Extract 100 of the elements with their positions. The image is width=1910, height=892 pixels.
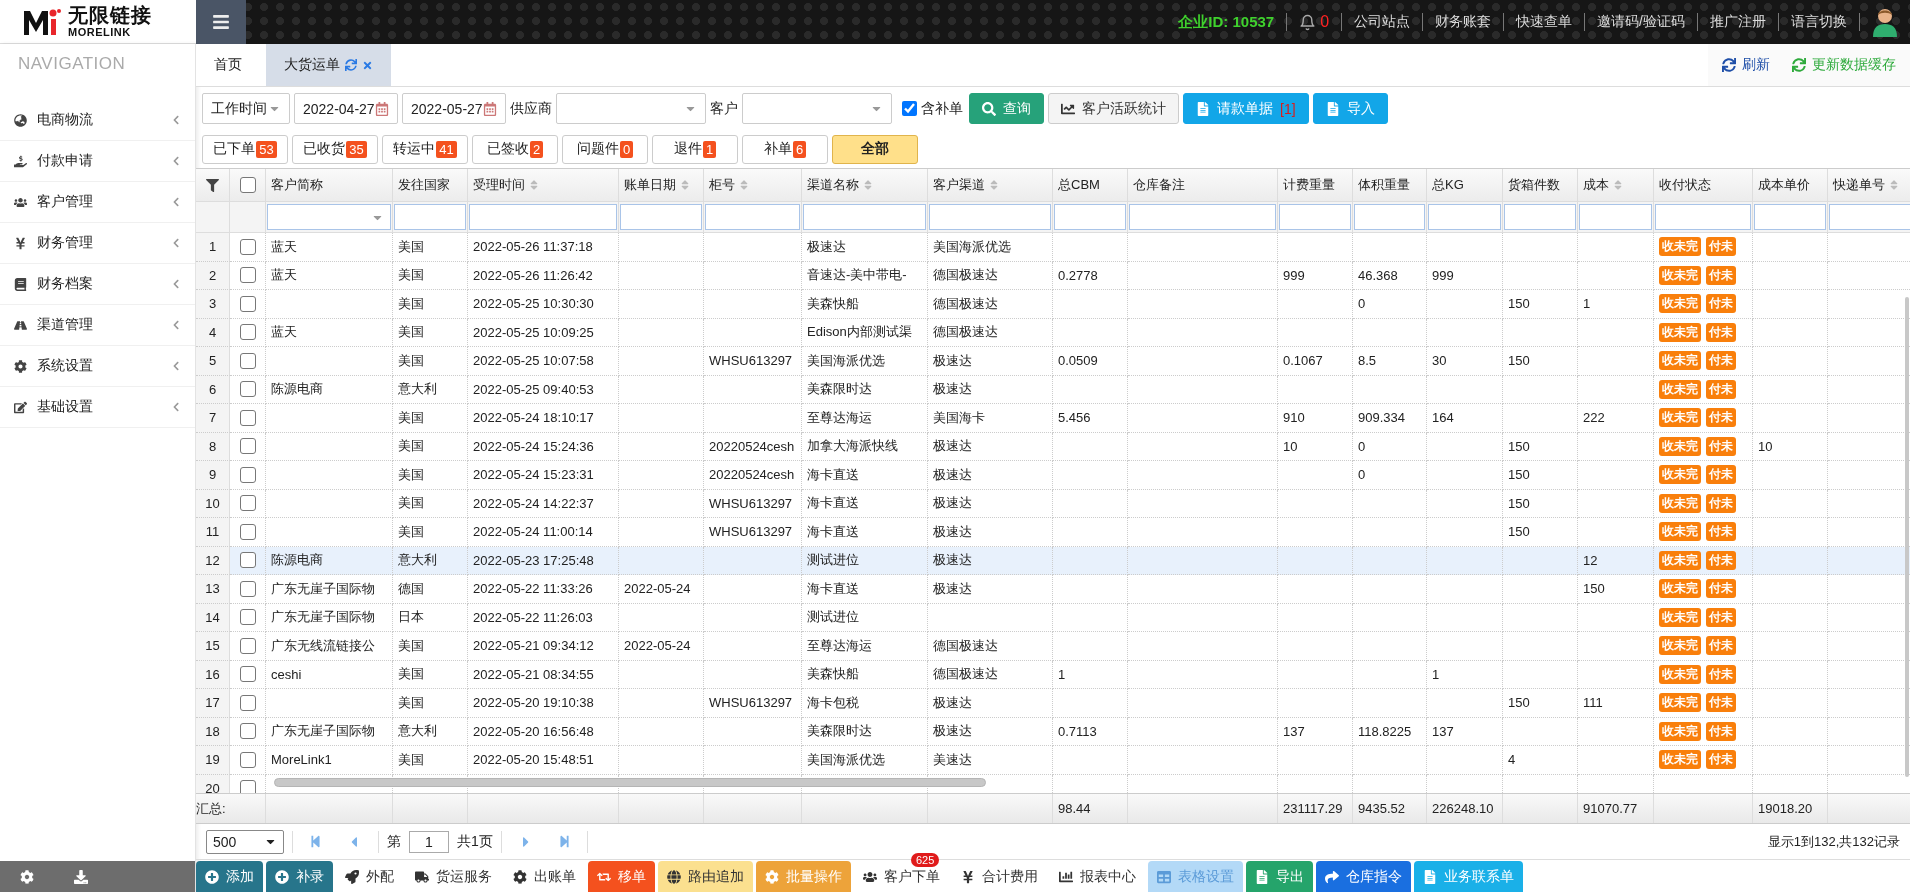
settings-button[interactable]	[20, 869, 34, 884]
column-header[interactable]: 仓库备注	[1128, 169, 1278, 202]
toolbar-button[interactable]: 报表中心	[1050, 861, 1145, 892]
row-checkbox[interactable]	[239, 580, 256, 597]
column-filter-field[interactable]	[1428, 204, 1501, 230]
column-header[interactable]: 收付状态	[1654, 169, 1753, 202]
row-checkbox[interactable]	[239, 723, 256, 740]
column-filter-field[interactable]	[1829, 204, 1910, 230]
refresh-icon[interactable]	[345, 59, 357, 71]
column-filter-field[interactable]	[394, 204, 466, 230]
header-link[interactable]: 快速查单	[1504, 13, 1585, 31]
toolbar-button[interactable]: 补录	[266, 861, 333, 892]
select-all-checkbox[interactable]	[239, 177, 256, 193]
column-header[interactable]: 体积重量	[1353, 169, 1427, 202]
header-link[interactable]: 公司站点	[1342, 13, 1423, 31]
time-type-select[interactable]: 工作时间	[202, 93, 290, 124]
row-checkbox[interactable]	[239, 324, 256, 341]
column-header[interactable]: 成本单价	[1753, 169, 1828, 202]
status-filter-button[interactable]: 补单 6	[742, 134, 828, 164]
column-header[interactable]: 客户简称	[266, 169, 393, 202]
column-filter-field[interactable]	[469, 204, 617, 230]
row-checkbox[interactable]	[239, 238, 256, 255]
nav-item[interactable]: 系统设置	[0, 346, 195, 387]
column-header[interactable]: 渠道名称	[802, 169, 928, 202]
status-filter-button[interactable]: 已下单 53	[202, 134, 288, 164]
menu-button[interactable]	[196, 0, 246, 44]
column-header[interactable]: 发往国家	[393, 169, 468, 202]
status-filter-button[interactable]: 问题件 0	[562, 134, 648, 164]
column-header[interactable]: 受理时间	[468, 169, 619, 202]
column-filter-field[interactable]	[803, 204, 926, 230]
column-header[interactable]: 账单日期	[619, 169, 704, 202]
notification-link[interactable]: 0	[1287, 13, 1342, 31]
status-filter-button[interactable]: 退件 1	[652, 134, 738, 164]
nav-item[interactable]: 财务档案	[0, 264, 195, 305]
nav-item[interactable]: 付款申请	[0, 141, 195, 182]
tab[interactable]: 大货运单	[266, 44, 391, 86]
column-header[interactable]: 计费重量	[1278, 169, 1353, 202]
scrollbar-thumb[interactable]	[274, 778, 986, 787]
filter-icon[interactable]	[206, 178, 219, 192]
nav-item[interactable]: 渠道管理	[0, 305, 195, 346]
row-checkbox[interactable]	[239, 409, 256, 426]
column-header[interactable]: 总CBM	[1053, 169, 1128, 202]
column-filter-field[interactable]	[1754, 204, 1826, 230]
toolbar-button[interactable]: 货运服务	[406, 861, 501, 892]
row-checkbox[interactable]	[239, 751, 256, 768]
column-filter-field[interactable]	[1655, 204, 1751, 230]
row-checkbox[interactable]	[239, 780, 256, 793]
checkbox[interactable]	[902, 101, 917, 116]
header-link[interactable]: 邀请码/验证码	[1585, 13, 1697, 31]
row-checkbox[interactable]	[239, 666, 256, 683]
column-filter-field[interactable]	[1279, 204, 1351, 230]
status-filter-button[interactable]: 已收货 35	[292, 134, 378, 164]
row-checkbox[interactable]	[239, 352, 256, 369]
row-checkbox[interactable]	[239, 466, 256, 483]
page-size-select[interactable]: 500	[206, 829, 284, 854]
toolbar-button[interactable]: 仓库指令	[1316, 861, 1411, 892]
column-filter-field[interactable]	[929, 204, 1051, 230]
avatar-icon[interactable]	[1872, 7, 1898, 37]
toolbar-button[interactable]: 外配	[336, 861, 403, 892]
header-link[interactable]: 推广注册	[1698, 13, 1778, 31]
row-checkbox[interactable]	[239, 637, 256, 654]
download-button[interactable]	[74, 869, 88, 884]
column-filter-field[interactable]	[1354, 204, 1425, 230]
nav-item[interactable]: 客户管理	[0, 182, 195, 223]
filter-button[interactable]: 客户活跃统计	[1048, 93, 1179, 124]
refresh-link[interactable]: 刷新	[1722, 56, 1770, 74]
row-checkbox[interactable]	[239, 609, 256, 626]
toolbar-button[interactable]: 合计费用	[952, 861, 1047, 892]
close-icon[interactable]	[362, 59, 373, 71]
nav-item[interactable]: 电商物流	[0, 100, 195, 141]
row-checkbox[interactable]	[239, 495, 256, 512]
status-filter-button[interactable]: 全部	[832, 134, 918, 164]
column-filter-field[interactable]	[620, 204, 702, 230]
row-checkbox[interactable]	[239, 523, 256, 540]
date-field[interactable]: 2022-05-27	[402, 93, 506, 124]
toolbar-button[interactable]: 添加	[196, 861, 263, 892]
column-filter-field[interactable]	[1579, 204, 1652, 230]
row-checkbox[interactable]	[239, 438, 256, 455]
include-checkbox[interactable]: 含补单	[902, 99, 963, 118]
column-filter-field[interactable]	[705, 204, 800, 230]
toolbar-button[interactable]: 出账单	[504, 861, 585, 892]
nav-item[interactable]: 财务管理	[0, 223, 195, 264]
column-filter-field[interactable]	[1129, 204, 1276, 230]
toolbar-button[interactable]: 路由追加	[658, 861, 753, 892]
row-checkbox[interactable]	[239, 267, 256, 284]
column-header[interactable]: 客户渠道	[928, 169, 1053, 202]
column-header[interactable]: 成本	[1578, 169, 1654, 202]
status-filter-button[interactable]: 转运中 41	[382, 134, 468, 164]
header-link[interactable]: 财务账套	[1423, 13, 1504, 31]
column-header[interactable]: 快递单号	[1828, 169, 1910, 202]
nav-item[interactable]: 基础设置	[0, 387, 195, 428]
column-header[interactable]: 柜号	[704, 169, 802, 202]
column-filter-field[interactable]	[1504, 204, 1576, 230]
page-field[interactable]: 1	[409, 830, 449, 853]
row-checkbox[interactable]	[239, 552, 256, 569]
row-checkbox[interactable]	[239, 381, 256, 398]
column-header[interactable]: 货箱件数	[1503, 169, 1578, 202]
row-checkbox[interactable]	[239, 295, 256, 312]
date-field[interactable]: 2022-04-27	[294, 93, 398, 124]
column-header[interactable]: 总KG	[1427, 169, 1503, 202]
